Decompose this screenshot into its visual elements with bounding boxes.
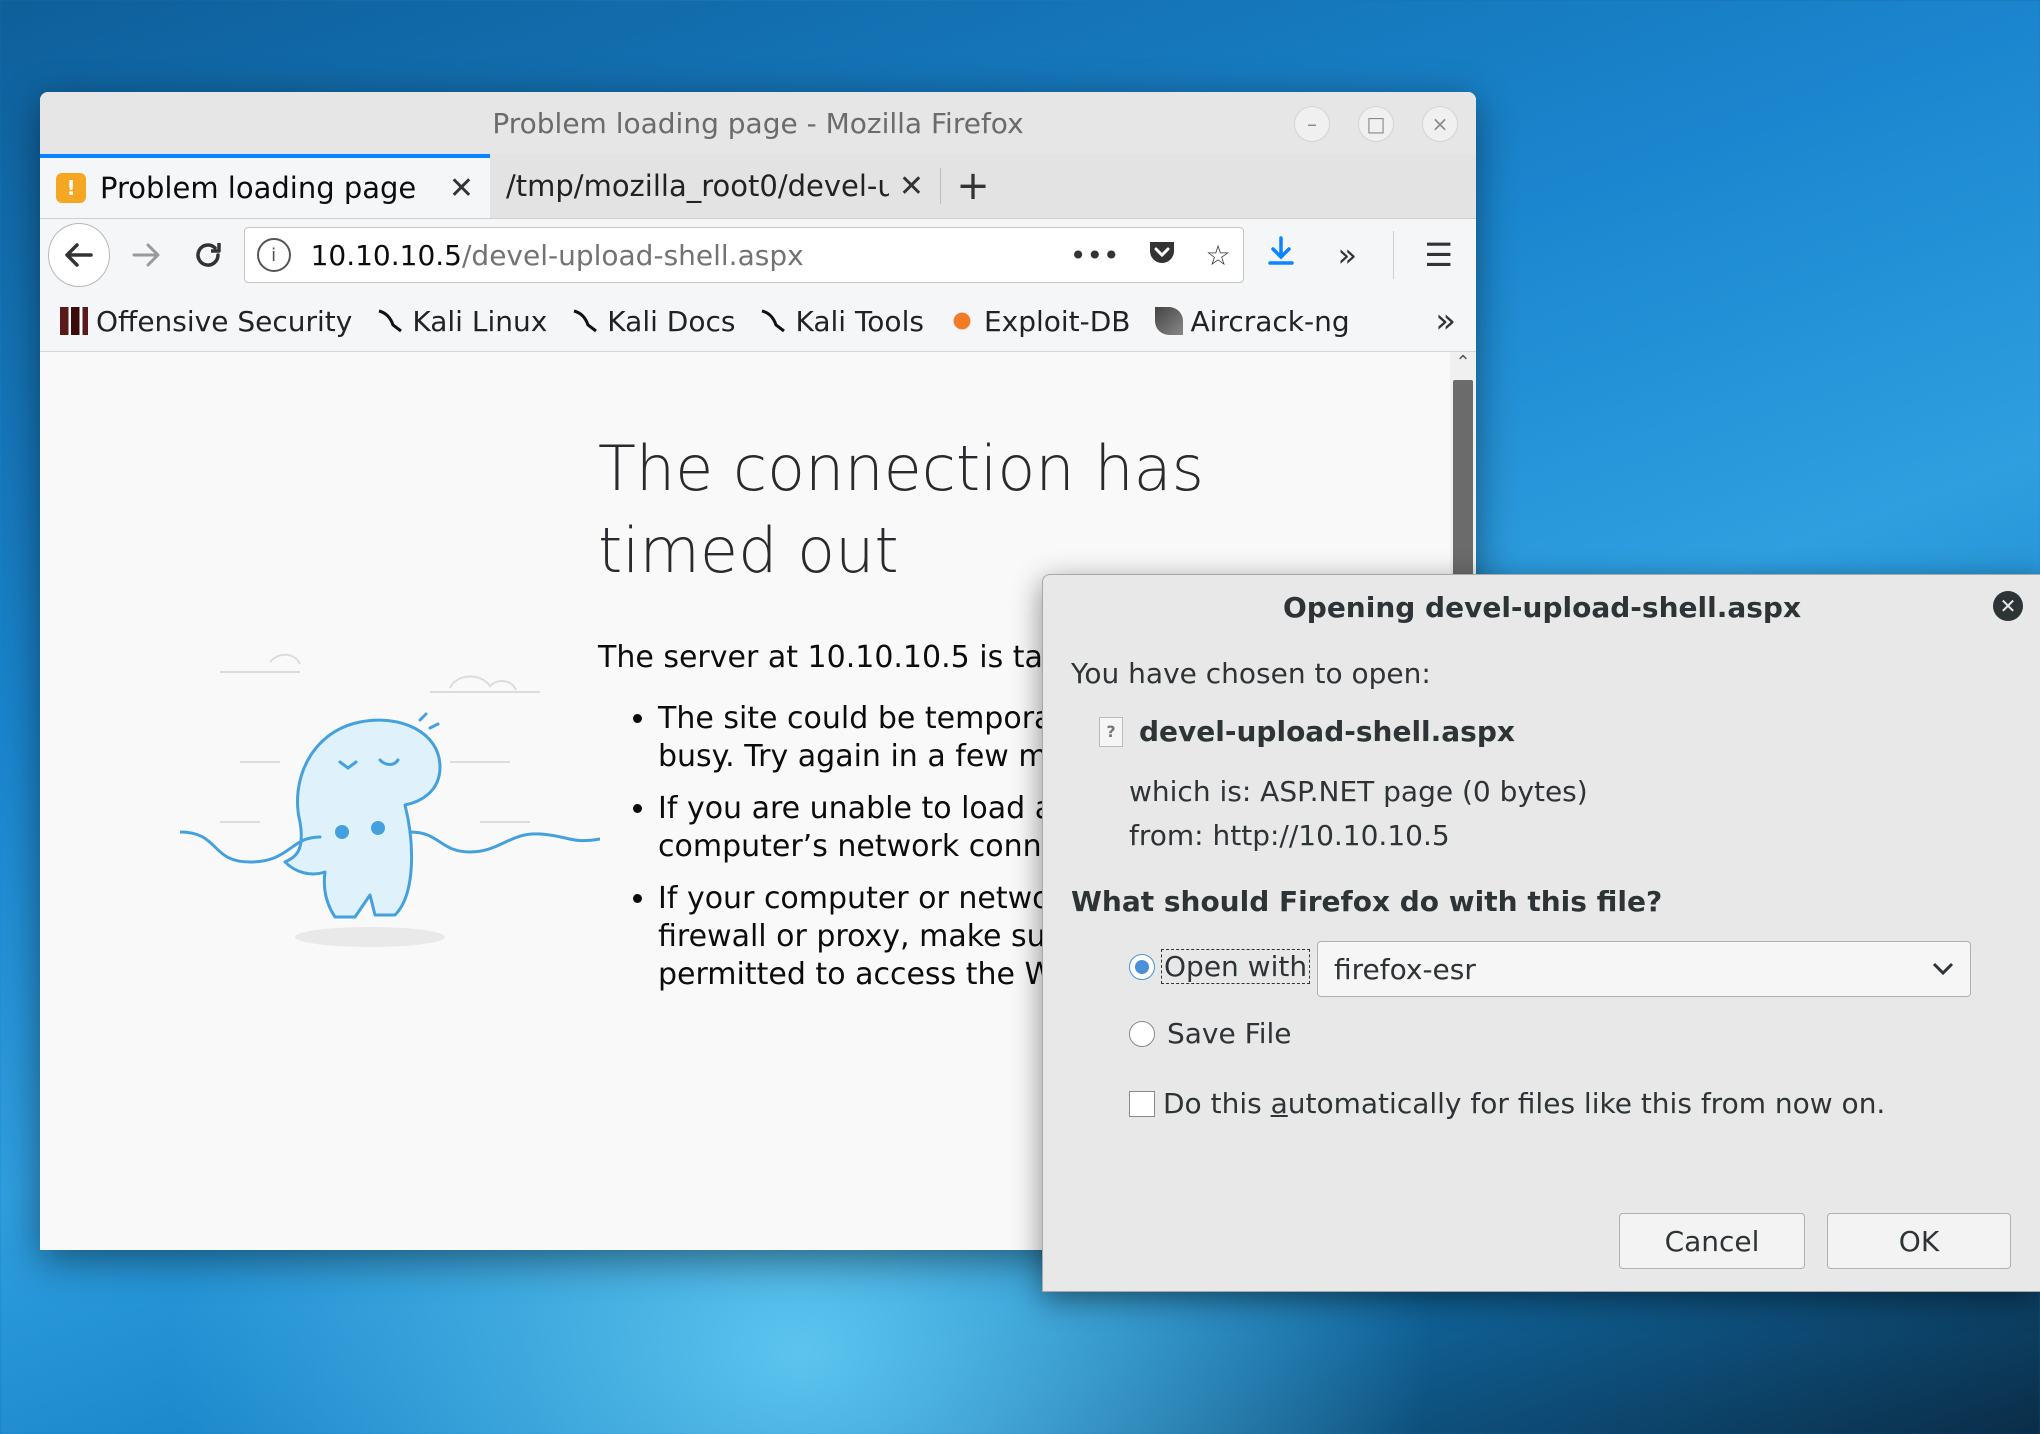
action-question: What should Firefox do with this file?	[1071, 885, 1663, 918]
minimize-button[interactable]: –	[1294, 106, 1330, 142]
arrow-left-icon	[65, 243, 93, 267]
checkbox[interactable]	[1129, 1090, 1155, 1117]
kali-icon	[376, 307, 404, 335]
reload-button[interactable]	[181, 227, 236, 283]
bookmark-offensive-security[interactable]: Offensive Security	[60, 305, 352, 338]
bookmark-kali-tools[interactable]: Kali Tools	[759, 304, 924, 338]
reload-icon	[196, 243, 222, 267]
bookmark-aircrack-ng[interactable]: Aircrack-ng	[1154, 304, 1350, 338]
file-name: devel-upload-shell.aspx	[1139, 715, 1515, 748]
tab-label: /tmp/mozilla_root0/devel-upload-shell.as…	[506, 169, 889, 203]
aircrack-icon	[1154, 307, 1183, 335]
close-tab-icon[interactable]: ✕	[899, 169, 924, 204]
arrow-right-icon	[132, 243, 160, 267]
tab-strip: ! Problem loading page ✕ /tmp/mozilla_ro…	[40, 154, 1476, 219]
new-tab-button[interactable]: +	[941, 154, 1005, 218]
unknown-file-icon: ?	[1099, 716, 1123, 747]
page-actions-icon[interactable]: •••	[1070, 239, 1120, 272]
file-source: from: http://10.10.10.5	[1129, 819, 1450, 852]
bookmarks-toolbar: Offensive Security Kali Linux Kali Docs …	[40, 291, 1476, 352]
save-file-radio[interactable]: Save File	[1129, 1017, 1291, 1050]
chevron-down-icon	[1932, 962, 1954, 976]
exploitdb-icon	[947, 307, 976, 335]
close-icon[interactable]: ✕	[1993, 591, 2023, 621]
auto-label-pre: Do this	[1163, 1087, 1271, 1120]
offsec-icon	[60, 307, 88, 335]
save-file-label: Save File	[1167, 1017, 1292, 1050]
cancel-button[interactable]: Cancel	[1619, 1213, 1805, 1269]
back-button[interactable]	[48, 223, 111, 287]
radio-unchecked[interactable]	[1129, 1020, 1155, 1047]
bookmark-star-icon[interactable]: ☆	[1205, 239, 1230, 272]
open-with-label: Open with	[1161, 949, 1311, 984]
bookmark-label: Offensive Security	[96, 304, 353, 338]
url-host: 10.10.10.5	[310, 238, 462, 272]
open-file-dialog: Opening devel-upload-shell.aspx ✕ You ha…	[1042, 574, 2040, 1292]
ok-button[interactable]: OK	[1827, 1213, 2011, 1269]
bookmark-kali-linux[interactable]: Kali Linux	[376, 305, 547, 338]
window-title: Problem loading page - Mozilla Firefox	[492, 106, 1024, 140]
auto-action-checkbox[interactable]: Do this automatically for files like thi…	[1129, 1087, 1885, 1120]
scroll-thumb[interactable]	[1453, 380, 1473, 600]
open-with-radio[interactable]: Open with	[1129, 949, 1311, 984]
bookmark-label: Kali Docs	[607, 304, 736, 338]
radio-checked[interactable]	[1129, 953, 1155, 980]
kali-icon	[571, 307, 599, 335]
bookmark-label: Kali Tools	[795, 304, 924, 338]
warning-icon: !	[56, 173, 86, 203]
scroll-up-icon[interactable]: ⌃	[1450, 352, 1476, 378]
info-icon[interactable]: i	[256, 238, 291, 272]
bookmark-kali-docs[interactable]: Kali Docs	[571, 305, 735, 338]
pocket-icon[interactable]	[1147, 237, 1177, 274]
application-select[interactable]: firefox-esr	[1317, 941, 1971, 997]
url-path: /devel-upload-shell.aspx	[461, 238, 804, 272]
file-type: which is: ASP.NET page (0 bytes)	[1129, 775, 1588, 808]
file-row: ? devel-upload-shell.aspx	[1099, 715, 1515, 748]
application-value: firefox-esr	[1334, 952, 1476, 986]
auto-label-post: utomatically for files like this from no…	[1287, 1087, 1886, 1120]
bookmark-label: Aircrack-ng	[1190, 304, 1350, 338]
tab-label: Problem loading page	[100, 171, 417, 205]
toolbar-divider	[1392, 231, 1394, 279]
dialog-title: Opening devel-upload-shell.aspx	[1282, 590, 1802, 624]
bookmark-exploit-db[interactable]: Exploit-DB	[947, 304, 1131, 338]
close-tab-icon[interactable]: ✕	[449, 171, 474, 206]
dino-unplugged-illustration	[180, 653, 600, 947]
hamburger-menu-icon[interactable]: ☰	[1410, 236, 1468, 274]
bookmarks-overflow-icon[interactable]: »	[1435, 301, 1456, 341]
forward-button[interactable]	[118, 227, 173, 283]
overflow-chevron-icon[interactable]: »	[1318, 236, 1376, 274]
bookmark-label: Kali Linux	[412, 304, 548, 338]
bookmark-label: Exploit-DB	[983, 304, 1131, 338]
chosen-label: You have chosen to open:	[1071, 657, 1431, 690]
navigation-toolbar: i 10.10.10.5 /devel-upload-shell.aspx ••…	[40, 219, 1476, 291]
kali-icon	[759, 307, 787, 335]
maximize-button[interactable]: □	[1358, 106, 1394, 142]
close-window-button[interactable]: ×	[1422, 106, 1458, 142]
error-title: The connection has timed out	[598, 432, 1204, 587]
url-bar[interactable]: i 10.10.10.5 /devel-upload-shell.aspx ••…	[243, 227, 1244, 283]
downloads-icon[interactable]	[1252, 235, 1310, 275]
window-titlebar[interactable]: Problem loading page - Mozilla Firefox –…	[40, 92, 1476, 154]
dialog-titlebar[interactable]: Opening devel-upload-shell.aspx ✕	[1043, 575, 2040, 639]
tab-problem-loading[interactable]: ! Problem loading page ✕	[40, 154, 490, 218]
auto-action-label: Do this automatically for files like thi…	[1163, 1087, 1885, 1120]
tab-tmp-file[interactable]: /tmp/mozilla_root0/devel-upload-shell.as…	[490, 154, 940, 218]
auto-label-mnemonic: a	[1270, 1087, 1288, 1120]
